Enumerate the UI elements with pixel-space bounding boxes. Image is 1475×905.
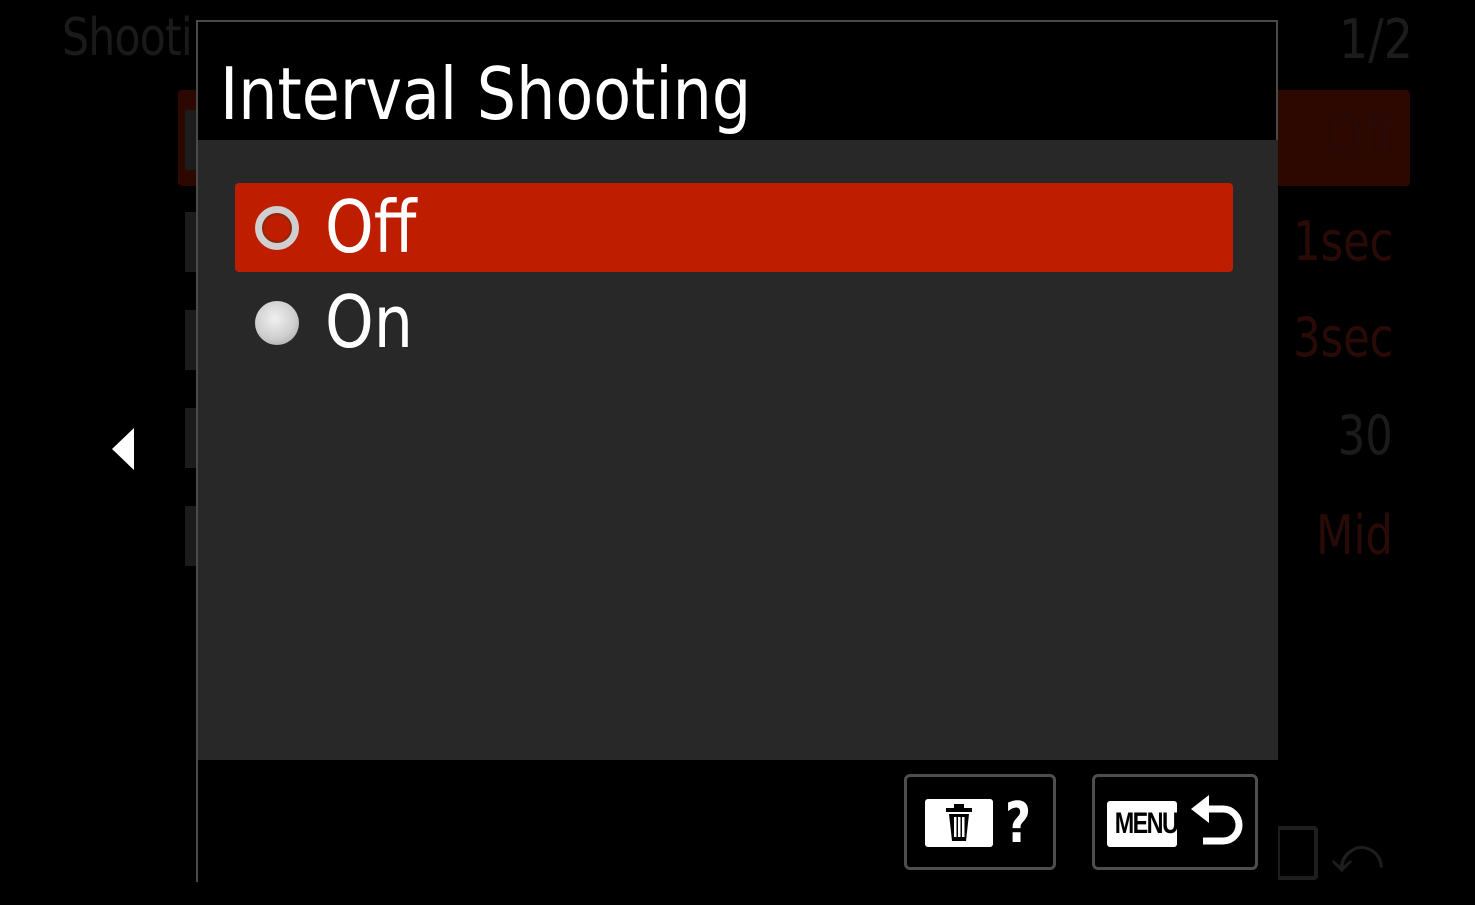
background-return-icon: ⤺ — [1330, 826, 1384, 884]
background-menu-title: Shooti — [62, 8, 193, 68]
menu-back-button[interactable]: MENU — [1092, 774, 1258, 870]
background-row-value: 30 — [1338, 404, 1393, 467]
background-footer-icon — [1276, 826, 1318, 880]
menu-key-label: MENU — [1114, 807, 1177, 840]
option-label: Off — [325, 185, 417, 269]
option-off[interactable]: Off — [235, 183, 1233, 272]
page-indicator: 1/2 — [1339, 8, 1413, 71]
return-arrow-icon — [1191, 795, 1243, 845]
help-icon: ? — [1005, 791, 1031, 856]
option-label: On — [325, 280, 413, 364]
trash-icon — [925, 799, 993, 847]
background-row-value: 3sec — [1292, 306, 1393, 369]
radio-unselected-icon — [255, 301, 299, 345]
options-list: Off On — [198, 140, 1278, 760]
delete-help-button[interactable]: ? — [904, 774, 1056, 870]
option-on[interactable]: On — [235, 278, 1233, 367]
menu-key-icon: MENU — [1107, 801, 1177, 847]
left-arrow-icon[interactable] — [112, 428, 134, 470]
interval-shooting-dialog: Interval Shooting Off On ? MENU — [196, 20, 1278, 882]
dialog-title: Interval Shooting — [220, 52, 752, 136]
background-row-value: Off — [1329, 104, 1393, 167]
background-row-value: 1sec — [1292, 210, 1393, 273]
dialog-footer: ? MENU — [198, 760, 1278, 882]
radio-selected-icon — [255, 206, 299, 250]
background-row-value: Mid — [1316, 504, 1393, 567]
